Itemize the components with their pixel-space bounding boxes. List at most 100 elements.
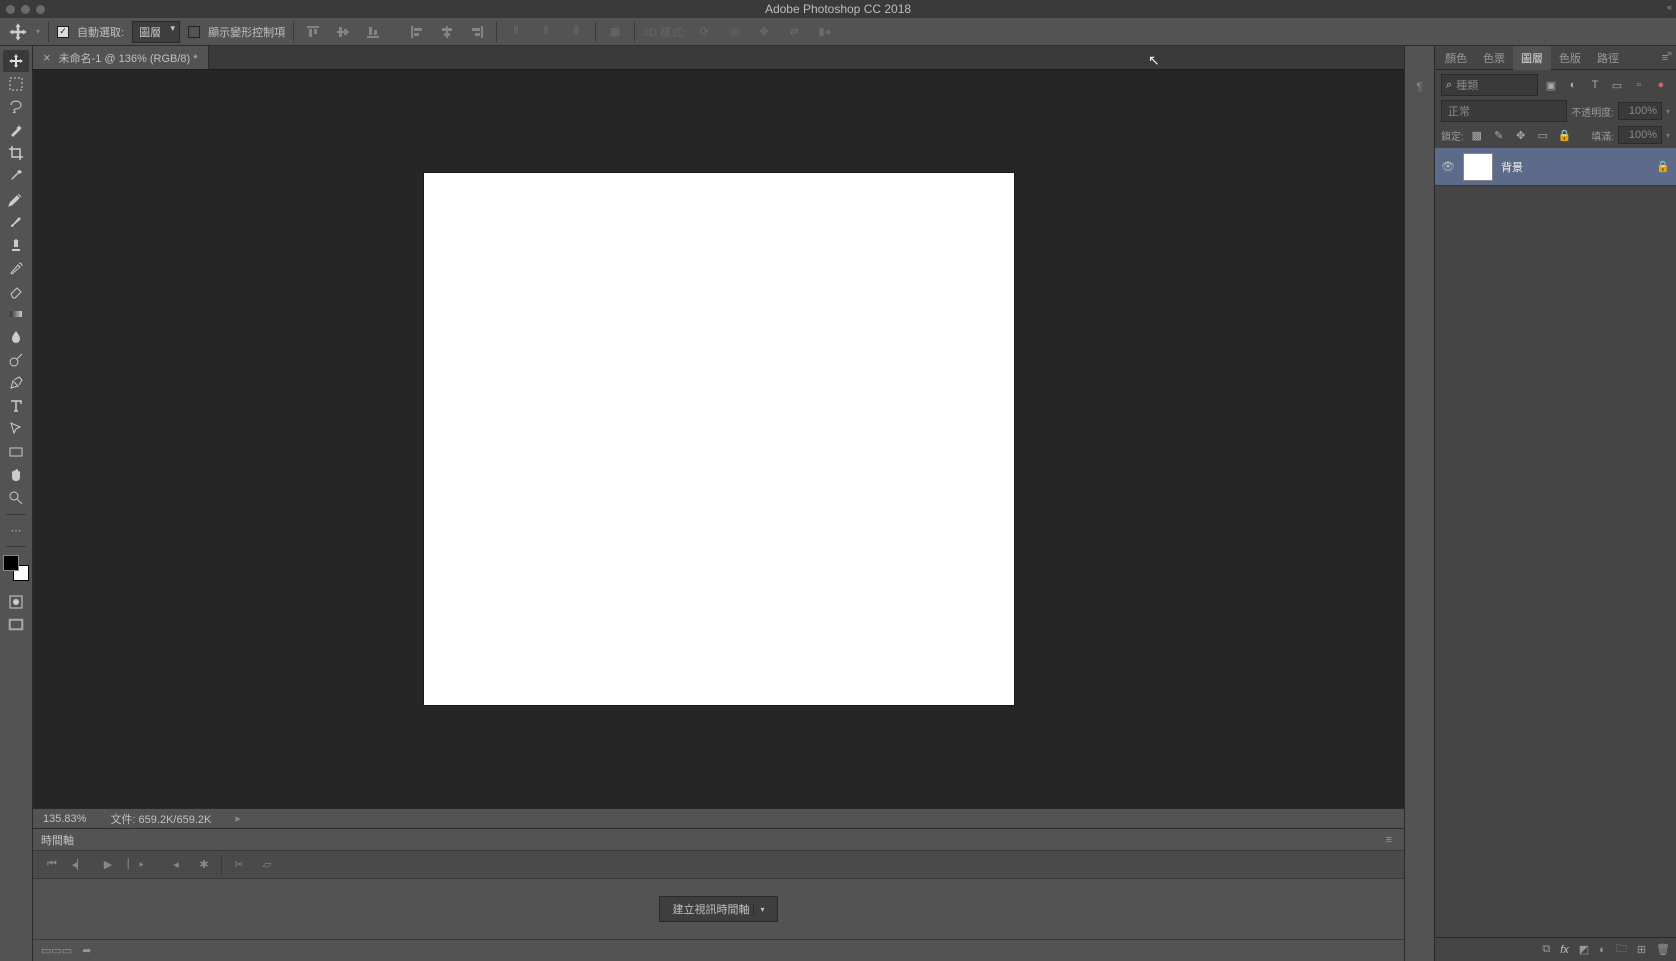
lock-all-icon[interactable]: 🔒 [1556,126,1574,144]
3d-mode-label: 3D 模式: [643,24,685,40]
new-layer-icon[interactable]: ⊞ [1637,943,1646,956]
gradient-tool[interactable] [3,303,29,325]
clone-stamp-tool[interactable] [3,234,29,256]
auto-select-target-dropdown[interactable]: 圖層 [132,21,180,43]
opacity-input[interactable]: 100% [1618,102,1662,120]
lock-label: 鎖定: [1441,128,1464,143]
layer-style-icon[interactable]: fx [1560,944,1569,956]
move-tool[interactable] [3,50,29,72]
history-brush-tool[interactable] [3,257,29,279]
magic-wand-tool[interactable] [3,119,29,141]
collapse-dock-icon[interactable]: « [1667,2,1672,12]
type-tool[interactable] [3,395,29,417]
fill-stepper-icon[interactable]: ▾ [1666,131,1670,140]
next-frame-icon[interactable]: ⎸▸ [125,854,147,876]
quickmask-icon[interactable] [3,591,29,613]
tab-swatches[interactable]: 色票 [1475,46,1513,70]
layer-filter-dropdown[interactable]: ⌕ 種類 [1441,74,1538,96]
hand-tool[interactable] [3,464,29,486]
maximize-window-icon[interactable] [36,5,45,14]
create-video-timeline-button[interactable]: 建立視訊時間軸 ▾ [659,896,777,922]
layer-name[interactable]: 背景 [1501,159,1648,175]
document-tab[interactable]: × 未命名-1 @ 136% (RGB/8) * [33,46,209,69]
doc-size-info[interactable]: 文件: 659.2K/659.2K [110,811,211,827]
first-frame-icon[interactable]: ⏮ [41,854,63,876]
filter-type-icon[interactable]: T [1586,76,1604,94]
search-icon: ⌕ [1446,79,1452,92]
brush-tool[interactable] [3,211,29,233]
delete-layer-icon[interactable]: 🗑 [1656,943,1670,956]
path-selection-tool[interactable] [3,418,29,440]
status-arrow-icon[interactable]: ▸ [235,812,241,825]
dropdown-icon[interactable]: ▾ [36,27,40,36]
rectangle-tool[interactable] [3,441,29,463]
align-hcenter-icon [436,21,458,43]
auto-select-checkbox[interactable]: ✓ [57,26,69,38]
split-clip-icon[interactable]: ✂ [228,854,250,876]
minimize-window-icon[interactable] [21,5,30,14]
lasso-tool[interactable] [3,96,29,118]
close-window-icon[interactable] [6,5,15,14]
render-icon[interactable]: ➦ [82,944,91,957]
audio-mute-icon[interactable]: ◂ [165,854,187,876]
lock-transparency-icon[interactable]: ▩ [1468,126,1486,144]
transition-icon[interactable]: ▱ [256,854,278,876]
frame-animation-icon[interactable]: ▭▭▭ [41,944,72,957]
eyedropper-tool[interactable] [3,165,29,187]
filter-smartobj-icon[interactable]: ▫ [1630,76,1648,94]
prev-frame-icon[interactable]: ◂⎸ [69,854,91,876]
align-left-icon [406,21,428,43]
eraser-tool[interactable] [3,280,29,302]
move-tool-icon[interactable] [8,22,28,42]
lock-position-icon[interactable]: ✥ [1512,126,1530,144]
layer-row[interactable]: 👁 背景 🔒 [1435,148,1676,186]
edit-toolbar-icon[interactable]: ⋯ [3,519,29,541]
chevron-down-icon[interactable]: ▾ [753,905,764,914]
collapse-panel-icon[interactable]: » [1667,48,1672,58]
timeline-settings-icon[interactable]: ✱ [193,854,215,876]
color-swatches[interactable] [3,555,29,581]
new-group-icon[interactable]: 🗀 [1616,940,1627,959]
filter-adjustment-icon[interactable]: ◐ [1564,76,1582,94]
marquee-tool[interactable] [3,73,29,95]
lock-icon[interactable]: 🔒 [1656,160,1670,173]
filter-toggle-icon[interactable]: ● [1652,76,1670,94]
foreground-color-swatch[interactable] [3,555,19,571]
lock-artboard-icon[interactable]: ▭ [1534,126,1552,144]
close-tab-icon[interactable]: × [43,50,51,65]
tab-paths[interactable]: 路徑 [1589,46,1627,70]
blur-tool[interactable] [3,326,29,348]
distribute-vcenter-icon: ⫴ [535,21,557,43]
tab-channels[interactable]: 色版 [1551,46,1589,70]
layer-mask-icon[interactable]: ◩ [1579,943,1589,956]
canvas-area[interactable] [33,70,1404,808]
show-transform-checkbox[interactable] [188,26,200,38]
crop-tool[interactable] [3,142,29,164]
healing-brush-tool[interactable] [3,188,29,210]
timeline-title[interactable]: 時間軸 [41,832,74,848]
play-icon[interactable]: ▶ [97,854,119,876]
lock-pixels-icon[interactable]: ✎ [1490,126,1508,144]
blend-mode-dropdown[interactable]: 正常 [1441,100,1567,122]
timeline-menu-icon[interactable]: ≡ [1380,834,1398,846]
filter-pixel-icon[interactable]: ▣ [1542,76,1560,94]
tab-color[interactable]: 顏色 [1437,46,1475,70]
paragraph-panel-icon[interactable]: ¶ [1409,76,1431,98]
tab-layers[interactable]: 圖層 [1513,46,1551,70]
fill-input[interactable]: 100% [1618,126,1662,144]
pen-tool[interactable] [3,372,29,394]
link-layers-icon[interactable]: ⧉ [1542,943,1550,956]
zoom-level[interactable]: 135.83% [43,813,86,825]
adjustment-layer-icon[interactable]: ◐ [1599,944,1606,956]
3d-pan-icon: ✥ [753,21,775,43]
screenmode-icon[interactable] [3,614,29,636]
visibility-icon[interactable]: 👁 [1441,160,1455,173]
traffic-lights[interactable] [6,5,45,14]
opacity-stepper-icon[interactable]: ▾ [1666,107,1670,116]
canvas[interactable] [424,173,1014,705]
3d-scale-icon: ▮◂ [813,21,835,43]
layer-thumbnail[interactable] [1463,153,1493,181]
zoom-tool[interactable] [3,487,29,509]
filter-shape-icon[interactable]: ▭ [1608,76,1626,94]
dodge-tool[interactable] [3,349,29,371]
